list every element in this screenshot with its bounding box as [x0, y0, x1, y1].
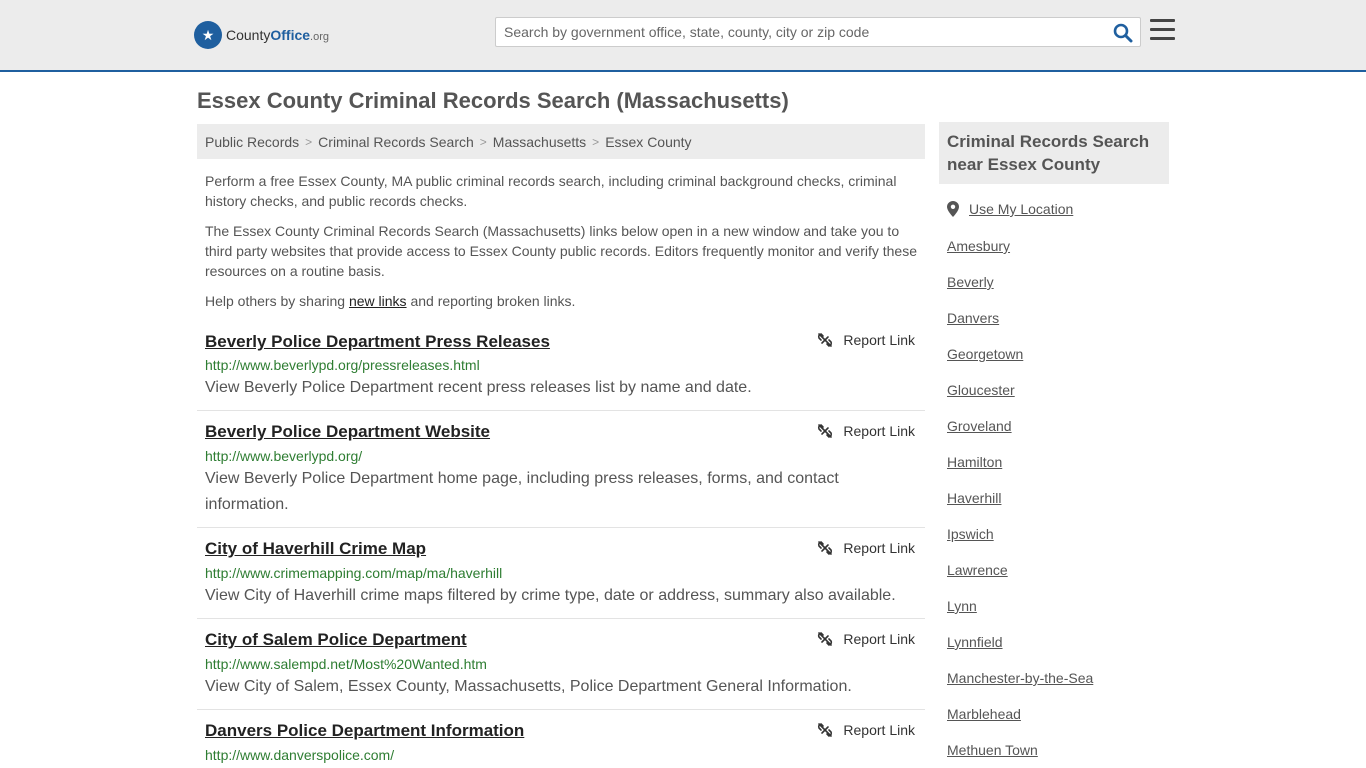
hamburger-menu-button[interactable] [1150, 19, 1175, 41]
star-seal-icon: ★ [194, 21, 222, 49]
sidebar-link-amesbury[interactable]: Amesbury [947, 238, 1010, 254]
sidebar-link-ipswich[interactable]: Ipswich [947, 526, 994, 542]
sidebar-link-methuen-town[interactable]: Methuen Town [947, 742, 1038, 758]
listing-item: Beverly Police Department Website Report… [197, 411, 925, 528]
logo-text: CountyOffice.org [226, 27, 329, 43]
listing-description: View City of Haverhill crime maps filter… [205, 587, 896, 604]
listing-item: City of Salem Police Department Report L… [197, 619, 925, 710]
search-box [495, 17, 1141, 47]
intro-p3-before: Help others by sharing [205, 293, 349, 309]
search-button[interactable] [1112, 22, 1134, 44]
sidebar-link-lynn[interactable]: Lynn [947, 598, 977, 614]
broken-link-icon [818, 333, 833, 347]
sidebar-link-hamilton[interactable]: Hamilton [947, 454, 1002, 470]
sidebar-link-haverhill[interactable]: Haverhill [947, 490, 1001, 506]
breadcrumb-essex-county[interactable]: Essex County [605, 134, 691, 150]
logo-part-3: .org [310, 31, 330, 43]
breadcrumb-separator: > [592, 134, 600, 149]
sidebar-link-marblehead[interactable]: Marblehead [947, 706, 1021, 722]
report-link-label: Report Link [843, 722, 915, 738]
breadcrumb-criminal-records-search[interactable]: Criminal Records Search [318, 134, 474, 150]
logo-part-1: County [226, 27, 271, 43]
intro-paragraph-3: Help others by sharing new links and rep… [205, 291, 921, 311]
search-input[interactable] [496, 18, 1096, 46]
sidebar-link-georgetown[interactable]: Georgetown [947, 346, 1023, 362]
breadcrumb-separator: > [479, 134, 487, 149]
search-icon [1113, 23, 1133, 43]
site-header: ★ CountyOffice.org [0, 0, 1366, 72]
use-my-location-link[interactable]: Use My Location [947, 201, 1073, 217]
sidebar-link-beverly[interactable]: Beverly [947, 274, 994, 290]
intro-text: Perform a free Essex County, MA public c… [205, 171, 921, 321]
listing-title-link[interactable]: Danvers Police Department Information [205, 721, 524, 741]
listing-item: Beverly Police Department Press Releases… [197, 322, 925, 411]
listing-url: http://www.crimemapping.com/map/ma/haver… [205, 565, 503, 581]
report-link-button[interactable]: Report Link [817, 423, 915, 439]
broken-link-icon [818, 723, 833, 737]
listing-description: View Beverly Police Department home page… [205, 470, 839, 513]
intro-p3-after: and reporting broken links. [406, 293, 576, 309]
listing-item: City of Haverhill Crime Map Report Link … [197, 528, 925, 619]
listing-description: View City of Salem, Essex County, Massac… [205, 678, 852, 695]
sidebar-heading: Criminal Records Search near Essex Count… [939, 122, 1169, 184]
listing-url: http://www.salempd.net/Most%20Wanted.htm [205, 656, 487, 672]
listing-item: Danvers Police Department Information Re… [197, 710, 925, 768]
listing-title-link[interactable]: Beverly Police Department Website [205, 422, 490, 442]
listing-url: http://www.beverlypd.org/ [205, 448, 363, 464]
sidebar-link-lynnfield[interactable]: Lynnfield [947, 634, 1003, 650]
report-link-button[interactable]: Report Link [817, 631, 915, 647]
map-pin-icon [947, 201, 959, 217]
broken-link-icon [818, 424, 833, 438]
sidebar-link-gloucester[interactable]: Gloucester [947, 382, 1015, 398]
menu-bar-icon [1150, 19, 1175, 22]
listing-url: http://www.danverspolice.com/ [205, 747, 395, 763]
breadcrumb-separator: > [305, 134, 313, 149]
new-links-link[interactable]: new links [349, 293, 407, 309]
report-link-button[interactable]: Report Link [817, 722, 915, 738]
listing-description: View Beverly Police Department recent pr… [205, 379, 752, 396]
breadcrumb-massachusetts[interactable]: Massachusetts [493, 134, 586, 150]
report-link-label: Report Link [843, 631, 915, 647]
use-my-location-label: Use My Location [969, 201, 1074, 217]
menu-bar-icon [1150, 37, 1175, 40]
broken-link-icon [818, 632, 833, 646]
broken-link-icon [818, 541, 833, 555]
sidebar-link-lawrence[interactable]: Lawrence [947, 562, 1008, 578]
breadcrumb-public-records[interactable]: Public Records [205, 134, 299, 150]
listing-title-link[interactable]: City of Salem Police Department [205, 630, 467, 650]
intro-paragraph-2: The Essex County Criminal Records Search… [205, 223, 918, 279]
report-link-button[interactable]: Report Link [817, 332, 915, 348]
breadcrumb: Public Records > Criminal Records Search… [197, 124, 925, 159]
sidebar-link-danvers[interactable]: Danvers [947, 310, 999, 326]
report-link-label: Report Link [843, 423, 915, 439]
report-link-label: Report Link [843, 540, 915, 556]
logo-part-2: Office [270, 27, 311, 43]
report-link-label: Report Link [843, 332, 915, 348]
site-logo[interactable]: ★ CountyOffice.org [194, 20, 329, 50]
sidebar-link-groveland[interactable]: Groveland [947, 418, 1012, 434]
listing-url: http://www.beverlypd.org/pressreleases.h… [205, 357, 480, 373]
menu-bar-icon [1150, 28, 1175, 31]
sidebar-link-manchester-by-the-sea[interactable]: Manchester-by-the-Sea [947, 670, 1093, 686]
listing-title-link[interactable]: Beverly Police Department Press Releases [205, 332, 550, 352]
listing-title-link[interactable]: City of Haverhill Crime Map [205, 539, 426, 559]
page-title: Essex County Criminal Records Search (Ma… [197, 88, 789, 113]
intro-paragraph-1: Perform a free Essex County, MA public c… [205, 173, 897, 209]
report-link-button[interactable]: Report Link [817, 540, 915, 556]
